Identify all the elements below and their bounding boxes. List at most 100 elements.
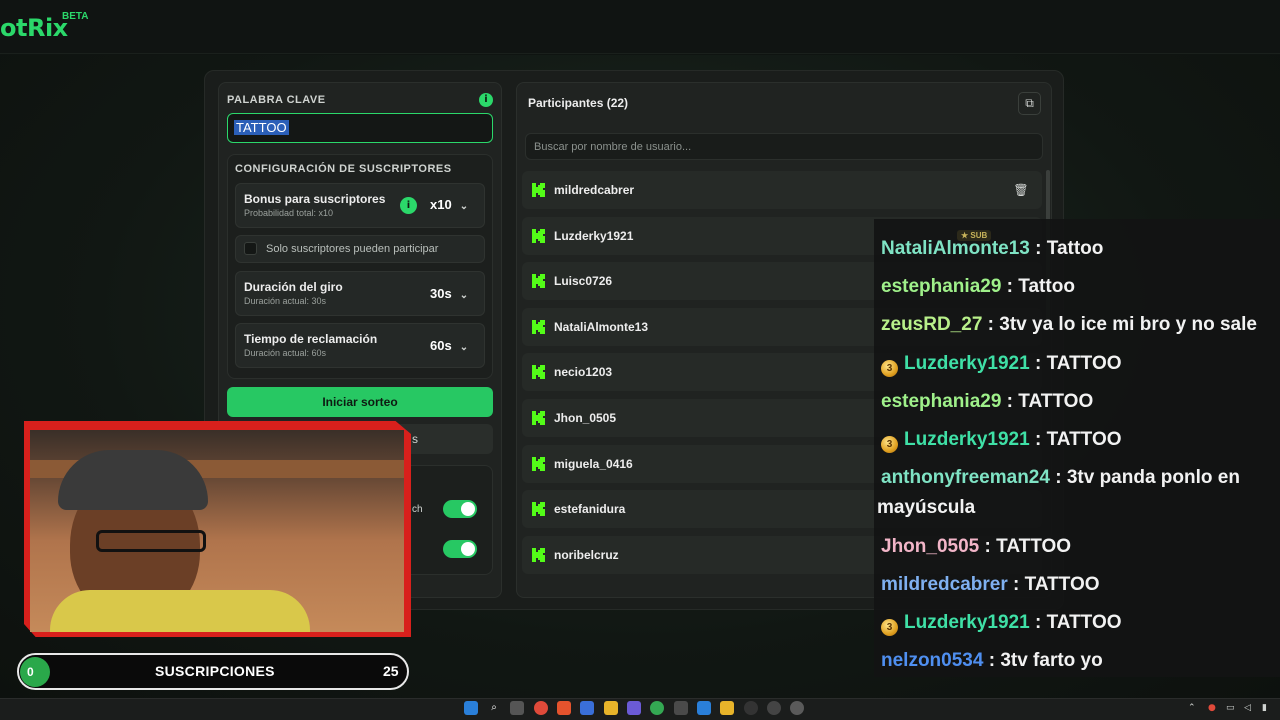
chat-username[interactable]: zeusRD_27 <box>881 314 982 335</box>
chat-username[interactable]: Jhon_0505 <box>881 536 979 557</box>
option-toggle-2[interactable] <box>443 540 477 558</box>
webcam-feed <box>30 430 404 632</box>
task-view-icon[interactable] <box>510 701 524 715</box>
keyword-label: PALABRA CLAVE <box>227 94 326 106</box>
chrome-icon[interactable] <box>534 701 548 715</box>
chat-username[interactable]: Luzderky1921 <box>904 612 1030 633</box>
chat-message: mayúscula <box>877 493 975 523</box>
app-logo[interactable]: otRix <box>0 14 68 42</box>
steam-icon[interactable] <box>767 701 781 715</box>
app-icon[interactable] <box>720 701 734 715</box>
claim-time-title: Tiempo de reclamación <box>244 332 378 346</box>
chat-text: : TATTOO <box>979 536 1072 557</box>
spin-duration-select[interactable]: 30s ⌄ <box>430 286 468 310</box>
chat-text: : 3tv ya lo ice mi bro y no sale <box>982 314 1257 335</box>
chevron-down-icon: ⌄ <box>459 201 469 212</box>
bonus-title: Bonus para suscriptores <box>244 192 386 206</box>
browser-icon[interactable] <box>650 701 664 715</box>
windows-start-icon[interactable] <box>464 701 478 715</box>
folder-icon[interactable] <box>604 701 618 715</box>
bonus-subtitle: Probabilidad total: x10 <box>244 208 334 218</box>
kick-logo-icon <box>532 457 545 471</box>
chat-message: 3 Luzderky1921 : TATTOO <box>881 425 1122 455</box>
participant-row[interactable]: mildredcabrer 🗑 <box>522 171 1042 209</box>
keyword-value[interactable]: TATTOO <box>234 120 289 135</box>
streamer-cap <box>58 450 208 510</box>
participant-name: Jhon_0505 <box>554 411 617 425</box>
kick-logo-icon <box>532 183 545 197</box>
chat-username[interactable]: Luzderky1921 <box>904 353 1030 374</box>
beta-badge: BETA <box>62 11 89 22</box>
participant-name: NataliAlmonte13 <box>554 320 649 334</box>
chat-username[interactable]: estephania29 <box>881 391 1001 412</box>
chat-message: Jhon_0505 : TATTOO <box>881 532 1071 562</box>
chat-message: NataliAlmonte13 : Tattoo <box>881 234 1103 264</box>
chat-message: estephania29 : TATTOO <box>881 387 1093 417</box>
obs-icon[interactable] <box>744 701 758 715</box>
toggle-label-fragment: ch <box>412 504 423 515</box>
participant-name: Luzderky1921 <box>554 229 634 243</box>
bonus-select[interactable]: x10 ⌄ <box>430 197 468 221</box>
participant-search-input[interactable] <box>525 133 1043 160</box>
trash-icon[interactable]: 🗑 <box>1012 181 1030 199</box>
participant-name: mildredcabrer <box>554 183 635 197</box>
chat-username[interactable]: estephania29 <box>881 276 1001 297</box>
option-toggle-1[interactable] <box>443 500 477 518</box>
spin-duration-subtitle: Duración actual: 30s <box>244 296 327 306</box>
participant-name: estefanidura <box>554 502 626 516</box>
participants-title: Participantes (22) <box>528 96 629 110</box>
bonus-info-icon[interactable]: i <box>400 197 417 214</box>
subs-only-checkbox[interactable] <box>244 242 257 255</box>
chat-text: mayúscula <box>877 497 976 518</box>
store-icon[interactable] <box>580 701 594 715</box>
media-icon[interactable] <box>790 701 804 715</box>
app-icon[interactable] <box>674 701 688 715</box>
claim-time-value: 60s <box>430 338 452 353</box>
chat-username[interactable]: NataliAlmonte13 <box>881 238 1030 259</box>
chat-text: : TATTOO <box>1001 391 1094 412</box>
kick-logo-icon <box>532 274 545 288</box>
chat-message: estephania29 : Tattoo <box>881 272 1075 302</box>
chevron-down-icon: ⌄ <box>459 342 469 353</box>
chat-username[interactable]: Luzderky1921 <box>904 429 1030 450</box>
subscriber-config-title: CONFIGURACIÓN DE SUSCRIPTORES <box>235 163 452 175</box>
chevron-down-icon: ⌄ <box>459 290 469 301</box>
subscriber-badge-icon: 3 <box>881 360 898 377</box>
participant-name: miguela_0416 <box>554 457 633 471</box>
bonus-value: x10 <box>430 197 452 212</box>
claim-time-subtitle: Duración actual: 60s <box>244 348 327 358</box>
streamer-shirt <box>50 590 310 632</box>
chat-message: nelzon0534 : 3tv farto yo <box>881 646 1103 676</box>
subscriptions-count: 0 <box>20 657 50 687</box>
start-raffle-button[interactable]: Iniciar sorteo <box>227 387 493 417</box>
chevron-up-icon[interactable]: ⌃ <box>1188 703 1196 713</box>
network-icon[interactable]: ▭ <box>1226 703 1235 713</box>
secondary-button-label-fragment: s <box>412 432 418 446</box>
battery-icon[interactable]: ▮ <box>1262 703 1267 713</box>
chat-text: : Tattoo <box>1029 238 1104 259</box>
chat-text: : TATTOO <box>1029 429 1122 450</box>
microphone-icon[interactable]: ● <box>1208 703 1216 713</box>
app-icon[interactable] <box>627 701 641 715</box>
search-icon[interactable]: ⌕ <box>487 701 501 715</box>
claim-time-select[interactable]: 60s ⌄ <box>430 338 468 362</box>
chat-message: mildredcabrer : TATTOO <box>881 570 1100 600</box>
brave-icon[interactable] <box>557 701 571 715</box>
kick-logo-icon <box>532 411 545 425</box>
info-icon[interactable]: i <box>479 93 493 107</box>
shield-icon[interactable] <box>697 701 711 715</box>
kick-logo-icon <box>532 502 545 516</box>
participant-name: Luisc0726 <box>554 274 613 288</box>
chat-username[interactable]: anthonyfreeman24 <box>881 467 1050 488</box>
streamer-glasses <box>96 530 206 552</box>
chat-username[interactable]: nelzon0534 <box>881 650 983 671</box>
top-bar <box>0 0 1280 54</box>
chat-message: 3 Luzderky1921 : TATTOO <box>881 349 1122 379</box>
chat-message: 3 Luzderky1921 : TATTOO <box>881 608 1122 638</box>
chat-text: : Tattoo <box>1001 276 1075 297</box>
copy-icon[interactable]: ⧉ <box>1018 92 1041 115</box>
subs-only-label: Solo suscriptores pueden participar <box>266 243 439 255</box>
chat-message: anthonyfreeman24 : 3tv panda ponlo en <box>881 463 1240 493</box>
chat-username[interactable]: mildredcabrer <box>881 574 1008 595</box>
volume-icon[interactable]: ◁ <box>1244 703 1251 713</box>
